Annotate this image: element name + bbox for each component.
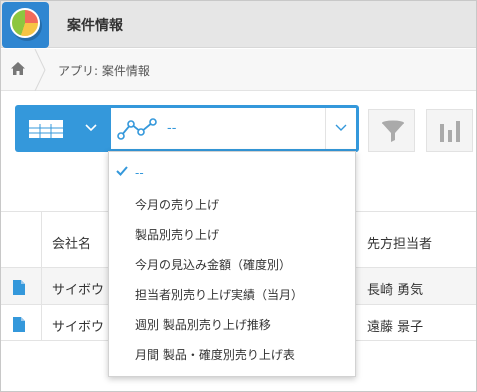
cell-contact: 長崎 勇気 <box>367 283 424 298</box>
filter-icon <box>382 120 404 142</box>
graph-selector[interactable]: -- <box>108 105 359 152</box>
record-detail-icon[interactable] <box>13 317 25 332</box>
filter-button[interactable] <box>368 109 415 152</box>
graph-dropdown-menu: -- 今月の売り上げ 製品別売り上げ 今月の見込み金額（確度別） 担当者別売り上… <box>108 151 356 377</box>
home-icon <box>11 62 25 75</box>
line-chart-icon <box>117 118 157 140</box>
graph-dropdown-toggle[interactable] <box>325 108 356 149</box>
menu-item[interactable]: 今月の売り上げ <box>109 188 355 218</box>
check-icon <box>116 166 128 176</box>
chevron-down-icon <box>85 124 97 132</box>
pie-chart-app-icon[interactable] <box>2 2 49 48</box>
graph-settings-button[interactable] <box>426 109 473 152</box>
menu-item[interactable]: -- <box>109 158 355 188</box>
bar-chart-icon <box>440 121 460 142</box>
breadcrumb: アプリ: 案件情報 <box>1 49 476 91</box>
breadcrumb-separator <box>34 49 46 91</box>
record-detail-icon[interactable] <box>13 280 25 295</box>
menu-item[interactable]: 担当者別売り上げ実績（当月） <box>109 278 355 308</box>
menu-item[interactable]: 今月の見込み金額（確度別） <box>109 248 355 278</box>
table-view-icon <box>29 120 63 138</box>
app-window: 案件情報 アプリ: 案件情報 -- 会社名 先方担当者 サイボウ 長崎 勇気 サ… <box>0 0 477 392</box>
view-selector-button[interactable] <box>15 105 108 152</box>
cell-contact: 遠藤 景子 <box>367 320 424 335</box>
column-header-company[interactable]: 会社名 <box>52 233 91 252</box>
breadcrumb-app-link[interactable]: アプリ: 案件情報 <box>58 62 150 79</box>
menu-item[interactable]: 週別 製品別売り上げ推移 <box>109 308 355 338</box>
app-header: 案件情報 <box>1 1 476 48</box>
app-title: 案件情報 <box>67 18 123 34</box>
menu-item[interactable]: 製品別売り上げ <box>109 218 355 248</box>
cell-company: サイボウ <box>52 283 105 298</box>
column-header-contact[interactable]: 先方担当者 <box>367 233 432 252</box>
cell-company: サイボウ <box>52 320 105 335</box>
graph-selected-value: -- <box>167 121 177 136</box>
chevron-down-icon <box>335 124 347 131</box>
menu-item[interactable]: 月間 製品・確度別売り上げ表 <box>109 338 355 368</box>
